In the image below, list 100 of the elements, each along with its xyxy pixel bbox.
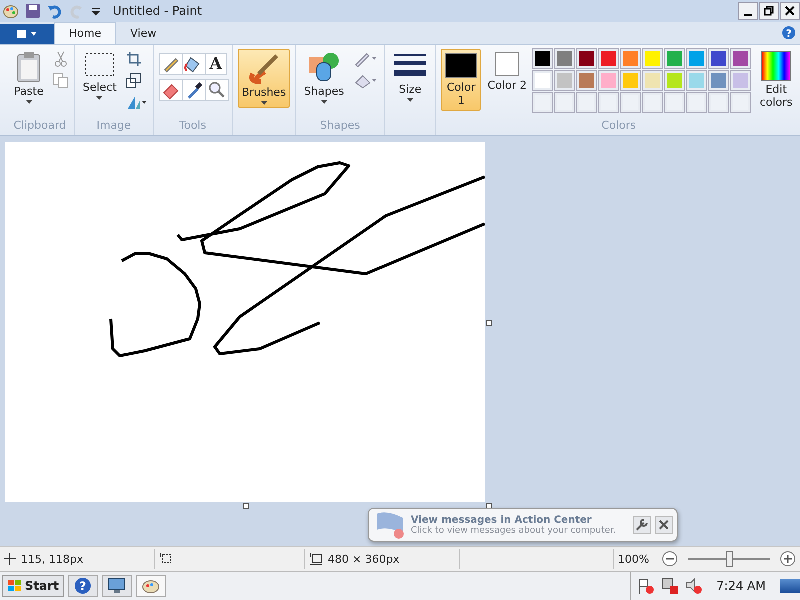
resize-handle[interactable] [486, 320, 492, 326]
fill-bucket-icon[interactable] [182, 53, 206, 75]
caret-icon [26, 100, 32, 104]
cursor-position: 115, 118px [21, 552, 84, 566]
palette-swatch[interactable] [665, 71, 684, 90]
caret-icon [260, 101, 268, 105]
notification-title: View messages in Action Center [411, 514, 593, 526]
palette-swatch[interactable] [555, 71, 574, 90]
fill-icon[interactable] [353, 73, 380, 89]
palette-swatch[interactable] [621, 49, 640, 68]
palette-swatch[interactable] [731, 49, 750, 68]
undo-icon[interactable] [47, 3, 63, 19]
palette-swatch[interactable] [533, 71, 552, 90]
restore-icon [764, 6, 774, 16]
clipboard-icon [15, 51, 43, 83]
close-icon [785, 6, 795, 16]
empty-swatch[interactable] [533, 93, 552, 112]
pencil-icon[interactable] [158, 53, 183, 75]
empty-swatch[interactable] [643, 93, 662, 112]
group-label: Tools [178, 119, 208, 134]
zoom-out-icon[interactable] [662, 551, 678, 567]
image-size-icon [309, 552, 323, 566]
palette-swatch[interactable] [709, 71, 728, 90]
palette-swatch[interactable] [709, 49, 728, 68]
shapes-button[interactable]: Shapes [301, 49, 348, 106]
resize-icon[interactable] [126, 73, 142, 89]
action-center-flag-icon[interactable] [636, 577, 655, 595]
help-taskbar-button[interactable]: ? [68, 575, 98, 597]
palette-swatch[interactable] [577, 71, 596, 90]
crop-icon[interactable] [126, 51, 142, 67]
palette-swatch[interactable] [643, 71, 662, 90]
clock[interactable]: 7:24 AM [716, 579, 766, 593]
scissors-icon[interactable] [53, 51, 69, 67]
close-icon[interactable] [655, 516, 673, 534]
palette-swatch[interactable] [555, 49, 574, 68]
palette-swatch[interactable] [731, 71, 750, 90]
notification-balloon[interactable]: View messages in Action Center Click to view messages about your computer. [368, 508, 678, 542]
select-button[interactable]: Select [80, 49, 120, 102]
palette-swatch[interactable] [621, 71, 640, 90]
show-desktop-button[interactable] [780, 579, 800, 593]
shapes-icon [307, 51, 342, 83]
copy-icon[interactable] [53, 73, 69, 89]
palette-swatch[interactable] [643, 49, 662, 68]
palette-swatch[interactable] [599, 71, 618, 90]
empty-swatch[interactable] [621, 93, 640, 112]
notification-text: Click to view messages about your computer. [411, 526, 618, 536]
empty-swatch[interactable] [731, 93, 750, 112]
windows-flag-icon [7, 579, 23, 593]
window-title: Untitled - Paint [113, 4, 202, 18]
color-slot-button[interactable]: Color 1 [441, 49, 482, 111]
paste-button[interactable]: Paste [11, 49, 47, 106]
palette-icon [142, 578, 160, 594]
empty-swatch[interactable] [709, 93, 728, 112]
zoom-in-icon[interactable] [780, 551, 796, 567]
palette-swatch[interactable] [533, 49, 552, 68]
speaker-icon[interactable] [684, 577, 703, 595]
help-icon[interactable]: ? [782, 26, 796, 40]
empty-swatch[interactable] [555, 93, 574, 112]
brushes-button[interactable]: Brushes [238, 49, 290, 108]
magnifier-icon[interactable] [204, 79, 229, 101]
empty-swatch[interactable] [599, 93, 618, 112]
empty-swatch[interactable] [665, 93, 684, 112]
edit-colors-button[interactable]: Edit colors [756, 49, 796, 111]
color-picker-icon[interactable] [182, 79, 206, 101]
color-slot-button[interactable]: Color 2 [487, 49, 528, 111]
size-button[interactable]: Size [390, 49, 430, 104]
text-tool-button[interactable]: A [204, 53, 227, 75]
canvas-drawing[interactable] [5, 142, 485, 502]
selection-icon [84, 51, 116, 79]
ribbon-tab[interactable]: Home [54, 22, 116, 44]
save-icon[interactable] [25, 3, 41, 19]
app-menu-button[interactable] [0, 24, 54, 44]
eraser-icon[interactable] [158, 79, 183, 101]
close-button[interactable] [780, 2, 800, 20]
palette-swatch[interactable] [687, 71, 706, 90]
start-button[interactable]: Start [2, 575, 64, 597]
dropdown-icon[interactable] [91, 6, 101, 16]
palette-icon[interactable] [3, 3, 19, 19]
help-icon: ? [74, 577, 92, 595]
monitor-taskbar-button[interactable] [102, 575, 132, 597]
cursor-position-icon [4, 553, 16, 565]
palette-swatch[interactable] [599, 49, 618, 68]
minimize-button[interactable] [738, 2, 758, 20]
network-icon[interactable] [660, 577, 679, 595]
brush-icon [247, 52, 282, 84]
wrench-icon[interactable] [633, 516, 651, 534]
palette-swatch[interactable] [687, 49, 706, 68]
palette-swatch[interactable] [665, 49, 684, 68]
caret-icon [96, 96, 104, 100]
empty-swatch[interactable] [687, 93, 706, 112]
restore-button[interactable] [759, 2, 779, 20]
paint-taskbar-button[interactable] [136, 575, 166, 597]
ribbon-tab[interactable]: View [116, 22, 171, 44]
slider-thumb[interactable] [726, 551, 733, 567]
resize-handle[interactable] [243, 503, 249, 509]
selection-size-icon [159, 552, 173, 566]
rotate-icon[interactable] [126, 95, 148, 111]
empty-swatch[interactable] [577, 93, 596, 112]
palette-swatch[interactable] [577, 49, 596, 68]
outline-icon[interactable] [353, 51, 380, 67]
